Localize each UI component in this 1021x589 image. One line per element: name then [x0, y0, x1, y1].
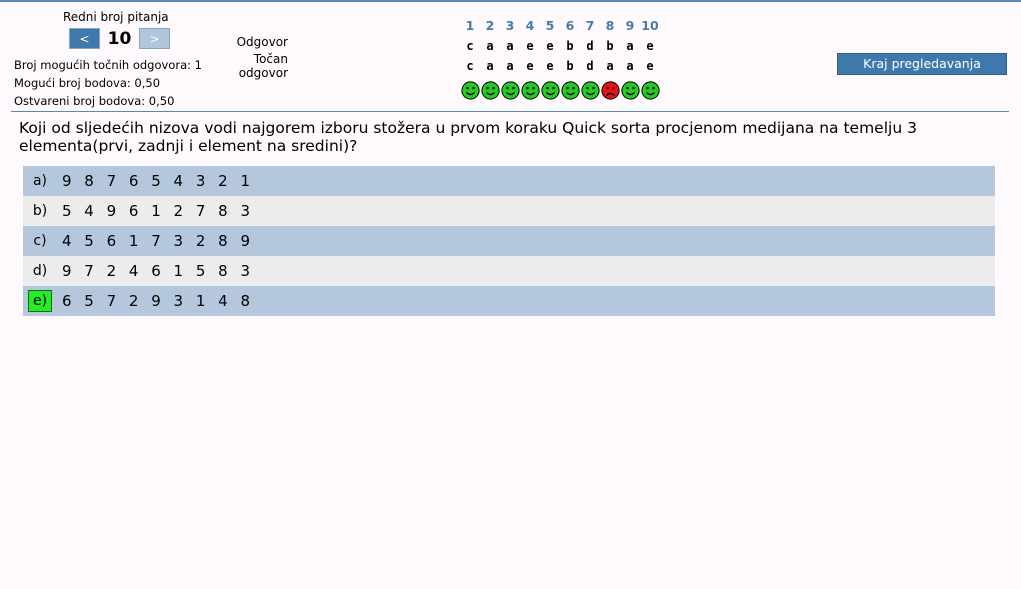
option-letter: a) — [32, 173, 48, 189]
smiley-face-icon — [560, 81, 580, 104]
answer-option-d[interactable]: d) 9 7 2 4 6 1 5 8 3 — [23, 256, 995, 286]
given-answer-4: e — [526, 39, 534, 53]
given-answer-8: b — [606, 39, 614, 53]
smiley-face-icon — [520, 81, 540, 104]
correct-answer-10: e — [646, 59, 654, 73]
correct-answer-3: a — [506, 59, 514, 73]
option-letter: c) — [33, 233, 47, 249]
next-question-button[interactable]: > — [139, 28, 170, 49]
smiley-face-icon — [460, 81, 480, 104]
correct-answer-7: d — [586, 59, 594, 73]
option-text: 5 4 9 6 1 2 7 8 3 — [62, 202, 255, 220]
correct-answer-1: c — [466, 59, 474, 73]
given-answer-1: c — [466, 39, 474, 53]
option-text: 4 5 6 1 7 3 2 8 9 — [62, 232, 255, 250]
option-text: 9 8 7 6 5 4 3 2 1 — [62, 172, 255, 190]
correct-answer-2: a — [486, 59, 494, 73]
given-answer-3: a — [506, 39, 514, 53]
smiley-face-icon — [540, 81, 560, 104]
given-answer-5: e — [546, 39, 554, 53]
question-link-8[interactable]: 8 — [600, 18, 620, 33]
question-number-label: Redni broj pitanja — [63, 10, 169, 24]
question-text: Koji od sljedećih nizova vodi najgorem i… — [19, 119, 917, 155]
option-text: 9 7 2 4 6 1 5 8 3 — [62, 262, 255, 280]
smiley-face-icon — [480, 81, 500, 104]
question-link-4[interactable]: 4 — [520, 18, 540, 33]
option-letter: b) — [32, 203, 48, 219]
option-letter: e) — [28, 290, 52, 312]
previous-question-button[interactable]: < — [69, 28, 100, 49]
question-link-10[interactable]: 10 — [640, 18, 660, 33]
answer-option-a[interactable]: a) 9 8 7 6 5 4 3 2 1 — [23, 166, 995, 196]
header-divider — [11, 111, 1009, 112]
sad-face-icon — [600, 81, 620, 104]
question-link-1[interactable]: 1 — [460, 18, 480, 33]
question-link-6[interactable]: 6 — [560, 18, 580, 33]
answer-option-c[interactable]: c) 4 5 6 1 7 3 2 8 9 — [23, 226, 995, 256]
correct-answer-9: a — [626, 59, 634, 73]
question-link-9[interactable]: 9 — [620, 18, 640, 33]
achieved-points: Ostvareni broj bodova: 0,50 — [14, 94, 175, 108]
correct-answer-8: a — [606, 59, 614, 73]
correct-legend-line2: odgovor — [238, 66, 288, 80]
correct-legend-line1: Točan — [253, 52, 288, 66]
current-question-number: 10 — [107, 28, 132, 49]
option-letter: d) — [32, 263, 48, 279]
answer-options-list: a) 9 8 7 6 5 4 3 2 1 b) 5 4 9 6 1 2 7 8 3 c)… — [23, 166, 995, 316]
smiley-face-icon — [640, 81, 660, 104]
given-answer-9: a — [626, 39, 634, 53]
question-link-3[interactable]: 3 — [500, 18, 520, 33]
smiley-face-icon — [500, 81, 520, 104]
given-answer-7: d — [586, 39, 594, 53]
question-link-7[interactable]: 7 — [580, 18, 600, 33]
given-answer-10: e — [646, 39, 654, 53]
question-link-5[interactable]: 5 — [540, 18, 560, 33]
given-answer-6: b — [566, 39, 574, 53]
answer-option-b[interactable]: b) 5 4 9 6 1 2 7 8 3 — [23, 196, 995, 226]
answer-option-e[interactable]: e) 6 5 7 2 9 3 1 4 8 — [23, 286, 995, 316]
smiley-face-icon — [620, 81, 640, 104]
given-answer-2: a — [486, 39, 494, 53]
correct-answer-6: b — [566, 59, 574, 73]
option-text: 6 5 7 2 9 3 1 4 8 — [62, 292, 255, 310]
answer-legend: Odgovor — [236, 35, 288, 49]
end-review-button[interactable]: Kraj pregledavanja — [837, 53, 1007, 75]
correct-answer-4: e — [526, 59, 534, 73]
possible-points: Mogući broj bodova: 0,50 — [14, 76, 161, 90]
smiley-face-icon — [580, 81, 600, 104]
question-link-2[interactable]: 2 — [480, 18, 500, 33]
correct-answer-5: e — [546, 59, 554, 73]
question-navigator: < 10 > — [69, 28, 170, 49]
possible-correct-answers: Broj mogućih točnih odgovora: 1 — [14, 58, 202, 72]
